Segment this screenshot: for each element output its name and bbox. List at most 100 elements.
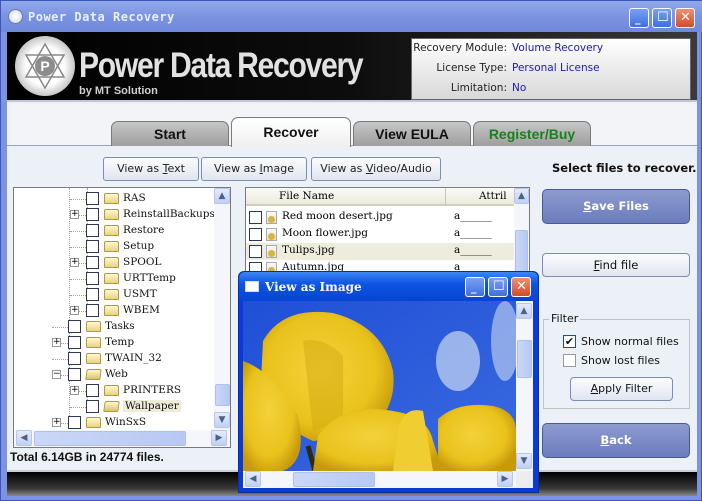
scroll-thumb[interactable] — [215, 384, 230, 406]
scroll-left-button[interactable]: ◀ — [16, 430, 32, 446]
scroll-right-button[interactable]: ▶ — [497, 471, 513, 487]
tree-item-checkbox[interactable] — [86, 240, 99, 253]
back-button[interactable]: Back — [542, 423, 690, 458]
expand-icon[interactable]: + — [70, 258, 79, 267]
view-as-text-button[interactable]: View as Text — [103, 157, 199, 181]
tab-register-buy[interactable]: Register/Buy — [473, 121, 591, 146]
dialog-minimize-button[interactable]: _ — [465, 277, 485, 297]
scroll-left-button[interactable]: ◀ — [245, 471, 261, 487]
tree-item-checkbox[interactable] — [86, 400, 99, 413]
close-button[interactable]: ✕ — [675, 8, 695, 28]
tree-item[interactable]: Setup — [14, 239, 214, 255]
tree-item-checkbox[interactable] — [86, 272, 99, 285]
tree-item-label[interactable]: USMT — [123, 288, 157, 300]
scroll-thumb[interactable] — [293, 472, 375, 487]
scroll-up-button[interactable]: ▲ — [516, 303, 532, 319]
minimize-button[interactable]: _ — [629, 8, 649, 28]
tree-item-label[interactable]: WBEM — [123, 304, 160, 316]
resize-grip[interactable] — [516, 471, 533, 488]
expand-icon[interactable]: + — [52, 338, 61, 347]
scroll-right-button[interactable]: ▶ — [211, 430, 227, 446]
scroll-thumb[interactable] — [517, 340, 532, 378]
tree-item-label[interactable]: Setup — [123, 240, 154, 252]
tree-item[interactable]: Wallpaper — [14, 399, 214, 415]
column-attributes[interactable]: Attril — [447, 188, 514, 206]
tree-item-label[interactable]: SPOOL — [123, 256, 161, 268]
column-file-name[interactable]: File Name — [246, 188, 446, 206]
tree-vscrollbar[interactable]: ▲ ▼ — [214, 188, 230, 430]
show-normal-files-label[interactable]: Show normal files — [581, 335, 679, 348]
show-normal-files-checkbox[interactable]: ✔ — [563, 335, 576, 348]
file-row[interactable]: Red moon desert.jpg a______ — [246, 209, 516, 226]
collapse-icon[interactable]: − — [52, 370, 61, 379]
tree-item-checkbox[interactable] — [86, 304, 99, 317]
tree-item-checkbox[interactable] — [68, 368, 81, 381]
tree-item[interactable]: + WBEM — [14, 303, 214, 319]
tree-item-checkbox[interactable] — [86, 224, 99, 237]
show-lost-files-label[interactable]: Show lost files — [581, 354, 660, 367]
tree-item[interactable]: + PRINTERS — [14, 383, 214, 399]
tree-item-label[interactable]: Restore — [123, 224, 164, 236]
expand-icon[interactable]: + — [70, 210, 79, 219]
scroll-up-button[interactable]: ▲ — [514, 188, 529, 204]
tree-item-label[interactable]: ReinstallBackups — [123, 208, 215, 220]
tree-item-checkbox[interactable] — [86, 384, 99, 397]
tree-item-checkbox[interactable] — [68, 416, 81, 429]
tree-item-checkbox[interactable] — [68, 336, 81, 349]
tree-item[interactable]: + WinSxS — [14, 415, 214, 431]
title-bar[interactable]: Power Data Recovery _ ☐ ✕ — [1, 1, 702, 32]
tree-item[interactable]: + Temp — [14, 335, 214, 351]
tree-item[interactable]: TWAIN_32 — [14, 351, 214, 367]
tab-recover[interactable]: Recover — [231, 117, 351, 147]
tree-item[interactable]: RAS — [14, 191, 214, 207]
tree-item-checkbox[interactable] — [68, 352, 81, 365]
file-row[interactable]: Tulips.jpg a______ — [246, 243, 516, 260]
tree-item-checkbox[interactable] — [86, 256, 99, 269]
folder-tree[interactable]: RAS + ReinstallBackups Restore Setup + SPOOL UR… — [13, 187, 231, 448]
expand-icon[interactable]: + — [70, 386, 79, 395]
file-checkbox[interactable] — [249, 211, 262, 224]
tree-item-label[interactable]: PRINTERS — [123, 384, 181, 396]
tree-hscrollbar[interactable]: ◀ ▶ — [14, 430, 230, 447]
file-row[interactable]: Moon flower.jpg a______ — [246, 226, 516, 243]
tab-view-eula[interactable]: View EULA — [353, 121, 471, 146]
dialog-maximize-button[interactable]: ☐ — [488, 277, 508, 297]
expand-icon[interactable]: + — [52, 418, 61, 427]
scroll-down-button[interactable]: ▼ — [516, 453, 532, 469]
tree-item[interactable]: + SPOOL — [14, 255, 214, 271]
tree-item-label[interactable]: Tasks — [105, 320, 135, 332]
tree-item[interactable]: + ReinstallBackups — [14, 207, 215, 223]
view-as-video-audio-button[interactable]: View as Video/Audio — [311, 157, 441, 181]
tree-item-checkbox[interactable] — [86, 208, 99, 221]
dialog-hscrollbar[interactable]: ◀ ▶ — [243, 471, 516, 488]
dialog-title-bar[interactable]: View as Image _ ☐ ✕ — [239, 272, 538, 301]
tree-item-label[interactable]: RAS — [123, 192, 146, 204]
file-checkbox[interactable] — [249, 228, 262, 241]
scroll-up-button[interactable]: ▲ — [214, 188, 230, 204]
tree-item-label[interactable]: Wallpaper — [123, 400, 181, 412]
dialog-vscrollbar[interactable]: ▲ ▼ — [516, 301, 533, 471]
maximize-button[interactable]: ☐ — [652, 8, 672, 28]
apply-filter-button[interactable]: Apply Filter — [570, 377, 673, 401]
view-as-image-button[interactable]: View as Image — [201, 157, 307, 181]
tree-item[interactable]: − Web — [14, 367, 214, 383]
tree-item[interactable]: USMT — [14, 287, 214, 303]
tab-start[interactable]: Start — [111, 121, 229, 146]
scroll-down-button[interactable]: ▼ — [214, 412, 230, 428]
tree-item-checkbox[interactable] — [86, 192, 99, 205]
tree-item-checkbox[interactable] — [68, 320, 81, 333]
tree-item-label[interactable]: TWAIN_32 — [105, 352, 162, 364]
tree-item[interactable]: Restore — [14, 223, 214, 239]
dialog-close-button[interactable]: ✕ — [511, 277, 531, 297]
expand-icon[interactable]: + — [70, 306, 79, 315]
file-checkbox[interactable] — [249, 245, 262, 258]
tree-item-label[interactable]: Temp — [105, 336, 134, 348]
tree-item-label[interactable]: Web — [105, 368, 128, 380]
tree-item-label[interactable]: WinSxS — [105, 416, 146, 428]
show-lost-files-checkbox[interactable] — [563, 354, 576, 367]
scroll-thumb[interactable] — [34, 431, 186, 446]
tree-item[interactable]: Tasks — [14, 319, 214, 335]
tree-item-label[interactable]: URTTemp — [123, 272, 176, 284]
save-files-button[interactable]: Save Files — [542, 189, 690, 224]
tree-item-checkbox[interactable] — [86, 288, 99, 301]
